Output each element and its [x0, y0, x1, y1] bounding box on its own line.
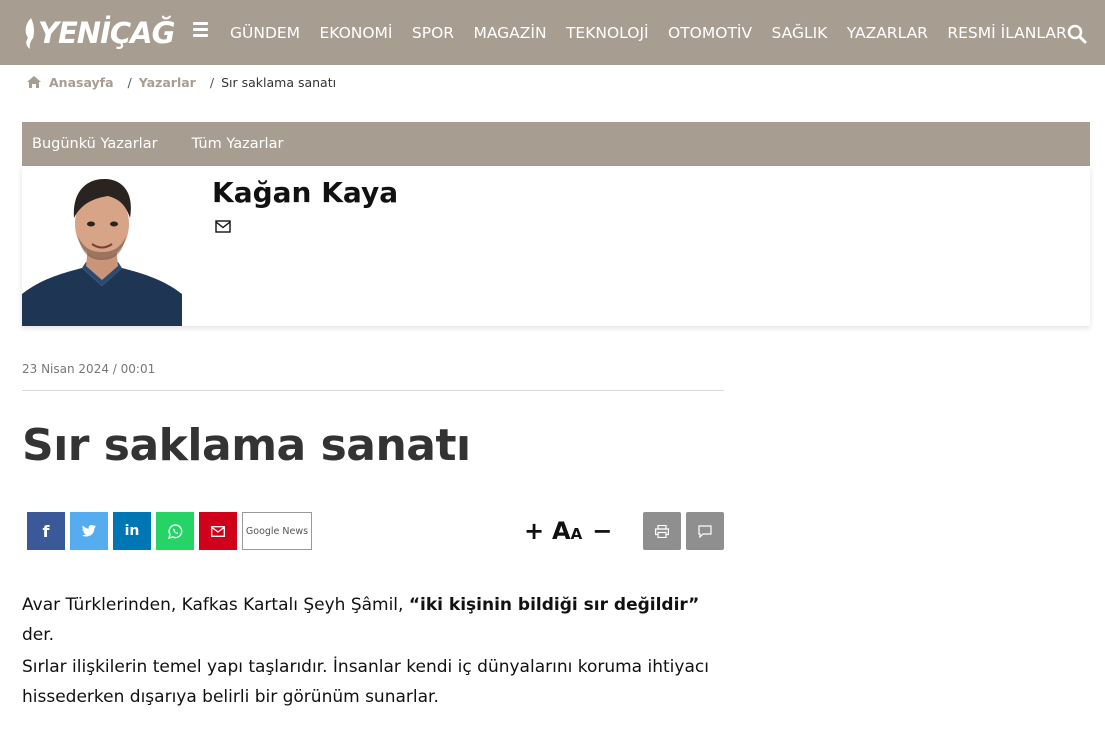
nav-item-yazarlar[interactable]: YAZARLAR: [847, 24, 928, 42]
share-facebook-button[interactable]: f: [27, 512, 65, 550]
share-whatsapp-button[interactable]: [156, 512, 194, 550]
share-buttons: f in Google News: [27, 512, 317, 550]
breadcrumb-home-link[interactable]: Anasayfa: [49, 75, 114, 90]
logo-leaf-icon: [25, 18, 35, 49]
nav-item-ekonomi[interactable]: EKONOMİ: [319, 24, 392, 42]
twitter-icon: [82, 525, 96, 537]
breadcrumb-section-link[interactable]: Yazarlar: [139, 75, 196, 90]
print-icon: [655, 524, 669, 538]
home-icon[interactable]: [26, 75, 42, 89]
breadcrumb-separator: /: [209, 74, 215, 90]
font-increase-button[interactable]: +: [524, 517, 544, 545]
facebook-icon: f: [42, 521, 50, 541]
font-size-icon: AA: [552, 517, 583, 545]
nav-item-spor[interactable]: SPOR: [412, 24, 454, 42]
nav-item-saglik[interactable]: SAĞLIK: [771, 24, 827, 42]
article-quote: “iki kişinin bildiği sır değildir”: [408, 595, 700, 615]
author-card: Kağan Kaya: [22, 166, 1090, 326]
nav-item-resmi-ilanlar[interactable]: RESMİ İLANLAR: [947, 24, 1066, 42]
google-news-label: Google: [245, 525, 280, 537]
site-header: YENİÇAĞ GÜNDEM EKONOMİ SPOR MAGAZİN TEKN…: [0, 0, 1105, 65]
breadcrumb: Anasayfa / Yazarlar / Sır saklama sanatı: [26, 73, 336, 91]
comment-button[interactable]: [686, 512, 724, 550]
nav-item-magazin[interactable]: MAGAZİN: [473, 24, 546, 42]
whatsapp-icon: [167, 523, 182, 539]
hamburger-menu-icon[interactable]: [193, 22, 208, 42]
print-button[interactable]: [643, 512, 681, 550]
divider: [22, 390, 724, 391]
author-email-icon[interactable]: [215, 220, 231, 233]
envelope-icon: [211, 525, 225, 537]
tab-todays-authors[interactable]: Bugünkü Yazarlar: [32, 136, 158, 152]
tab-all-authors[interactable]: Tüm Yazarlar: [192, 136, 284, 152]
font-size-controls: + AA −: [524, 512, 612, 550]
site-logo[interactable]: YENİÇAĞ: [22, 14, 175, 52]
article-date: 23 Nisan 2024 / 00:01: [22, 362, 156, 376]
breadcrumb-current: Sır saklama sanatı: [221, 74, 337, 90]
share-email-button[interactable]: [199, 512, 237, 550]
main-nav: GÜNDEM EKONOMİ SPOR MAGAZİN TEKNOLOJİ OT…: [230, 0, 1086, 65]
logo-text: YENİÇAĞ: [38, 16, 175, 50]
author-portrait-illustration: [22, 166, 182, 326]
nav-item-gundem[interactable]: GÜNDEM: [230, 24, 300, 42]
font-decrease-button[interactable]: −: [592, 517, 612, 545]
share-linkedin-button[interactable]: in: [113, 512, 151, 550]
linkedin-icon: in: [124, 523, 140, 539]
author-photo[interactable]: [22, 166, 182, 326]
article-paragraph: Sırlar ilişkilerin temel yapı taşlarıdır…: [22, 657, 709, 707]
google-news-label: News: [282, 525, 309, 537]
comment-icon: [698, 524, 712, 538]
author-tabs-bar: Bugünkü Yazarlar Tüm Yazarlar: [22, 122, 1090, 166]
author-name[interactable]: Kağan Kaya: [212, 176, 398, 209]
nav-item-teknoloji[interactable]: TEKNOLOJİ: [566, 24, 649, 42]
search-icon[interactable]: [1067, 24, 1087, 44]
article-title: Sır saklama sanatı: [22, 420, 471, 471]
share-twitter-button[interactable]: [70, 512, 108, 550]
breadcrumb-separator: /: [127, 74, 132, 90]
article-paragraph: Avar Türklerinden, Kafkas Kartalı Şeyh Ş…: [22, 595, 700, 645]
nav-item-otomotiv[interactable]: OTOMOTİV: [668, 24, 752, 42]
google-news-button[interactable]: Google News: [242, 512, 312, 550]
